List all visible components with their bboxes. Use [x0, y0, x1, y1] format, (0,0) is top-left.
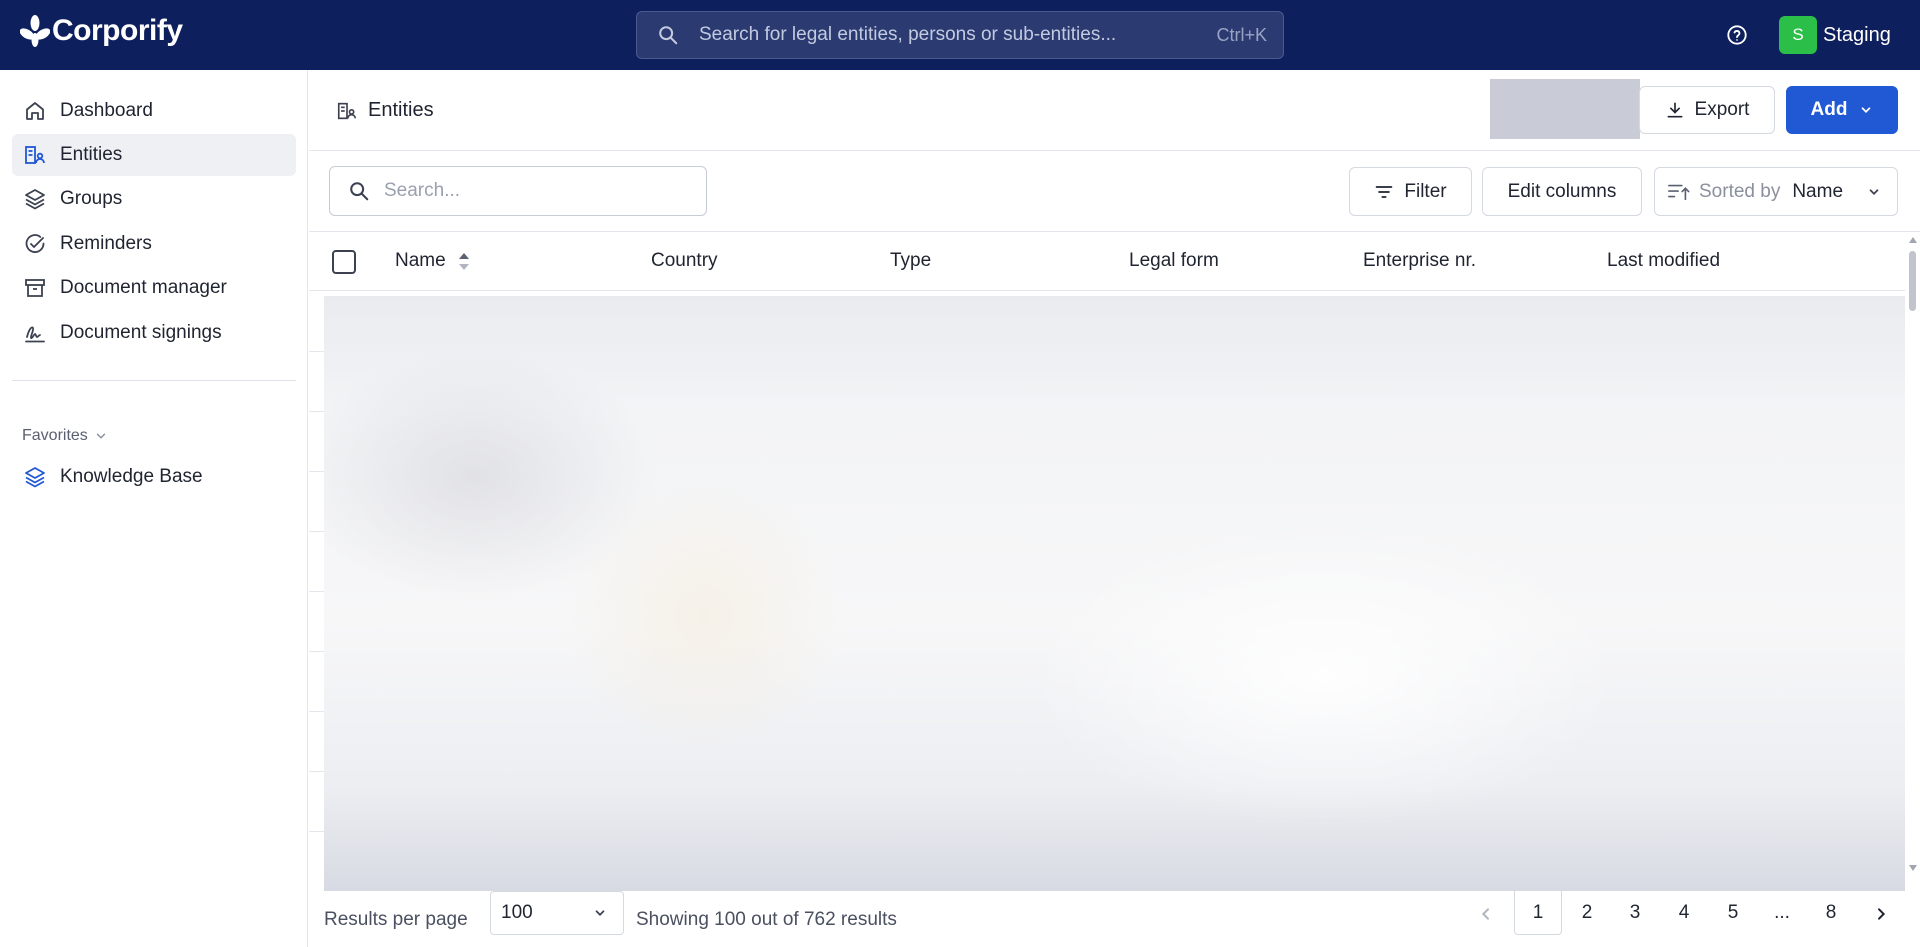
- breadcrumb: Entities: [336, 99, 434, 122]
- edit-columns-label: Edit columns: [1507, 180, 1617, 202]
- sort-value: Name: [1792, 180, 1844, 202]
- sidebar-item-entities[interactable]: Entities: [12, 134, 296, 176]
- filter-button[interactable]: Filter: [1349, 167, 1472, 216]
- sort-ascending-icon[interactable]: [457, 250, 471, 274]
- sort-icon: [1668, 184, 1690, 200]
- signature-icon: [25, 326, 45, 343]
- page-button-8[interactable]: 8: [1807, 891, 1855, 935]
- scroll-up-arrow[interactable]: [1909, 237, 1917, 243]
- search-icon: [350, 182, 369, 201]
- check-circle-icon: [25, 234, 45, 253]
- sidebar: Dashboard Entities Groups Reminders Docu…: [0, 70, 308, 947]
- next-page-icon[interactable]: [1873, 906, 1889, 922]
- sidebar-item-label: Reminders: [60, 233, 152, 254]
- page-button-2[interactable]: 2: [1563, 891, 1611, 935]
- scroll-down-arrow[interactable]: [1909, 865, 1917, 871]
- global-search-placeholder: Search for legal entities, persons or su…: [699, 24, 1117, 45]
- search-shortcut-hint: Ctrl+K: [1216, 24, 1267, 45]
- column-header-name[interactable]: Name: [395, 250, 446, 272]
- column-header-last-modified[interactable]: Last modified: [1607, 250, 1720, 272]
- sidebar-item-reminders[interactable]: Reminders: [12, 223, 296, 265]
- favorite-item-label: Knowledge Base: [60, 466, 203, 487]
- favorites-label: Favorites: [22, 427, 88, 444]
- sidebar-item-label: Entities: [60, 144, 123, 165]
- edit-columns-button[interactable]: Edit columns: [1482, 167, 1642, 216]
- sidebar-divider: [12, 380, 296, 381]
- table-body-obscured: [324, 296, 1905, 891]
- results-per-page-select[interactable]: 100: [490, 891, 624, 935]
- chevron-down-icon: [595, 910, 605, 916]
- chevron-down-icon: [1862, 107, 1871, 113]
- page-title: Entities: [368, 99, 434, 121]
- table-header: Name Country Type Legal form Enterprise …: [309, 233, 1905, 291]
- column-header-country[interactable]: Country: [651, 250, 718, 272]
- column-header-type[interactable]: Type: [890, 250, 931, 272]
- sidebar-item-dashboard[interactable]: Dashboard: [12, 90, 296, 132]
- results-per-page-value: 100: [501, 902, 533, 923]
- table-search-field[interactable]: [329, 166, 707, 216]
- sidebar-item-label: Dashboard: [60, 100, 153, 121]
- page-button-1[interactable]: 1: [1514, 891, 1562, 935]
- favorite-item-knowledge-base[interactable]: Knowledge Base: [12, 456, 296, 498]
- sidebar-item-document-manager[interactable]: Document manager: [12, 267, 296, 309]
- archive-icon: [25, 279, 45, 297]
- export-button[interactable]: Export: [1639, 86, 1775, 134]
- pagination-bar: Results per page 100 Showing 100 out of …: [309, 891, 1920, 947]
- sort-prefix: Sorted by: [1699, 180, 1781, 202]
- select-all-checkbox[interactable]: [332, 250, 356, 274]
- chevron-down-icon: [96, 433, 106, 439]
- results-count: Showing 100 out of 762 results: [636, 909, 897, 930]
- table-scrollbar[interactable]: [1905, 233, 1920, 891]
- column-header-legal-form[interactable]: Legal form: [1129, 250, 1219, 272]
- corporify-logo-icon: [20, 15, 50, 47]
- download-icon: [1667, 102, 1683, 118]
- chevron-down-icon: [1869, 188, 1879, 195]
- home-icon: [26, 102, 44, 120]
- environment-name: Staging: [1823, 23, 1891, 46]
- environment-avatar: S: [1779, 16, 1817, 54]
- sidebar-item-document-signings[interactable]: Document signings: [12, 312, 296, 354]
- page-button-3[interactable]: 3: [1611, 891, 1659, 935]
- filter-label: Filter: [1404, 180, 1447, 202]
- favorites-toggle[interactable]: Favorites: [22, 427, 108, 445]
- row-dividers: [309, 291, 324, 891]
- page-button-5[interactable]: 5: [1709, 891, 1757, 935]
- scroll-thumb[interactable]: [1909, 251, 1916, 311]
- sidebar-item-label: Document manager: [60, 277, 227, 298]
- brand-logo[interactable]: Corporify: [20, 14, 183, 48]
- loading-placeholder: [1490, 79, 1640, 139]
- sidebar-item-label: Groups: [60, 188, 123, 209]
- search-icon: [659, 26, 678, 45]
- sort-select[interactable]: Sorted by Name: [1654, 167, 1898, 216]
- entities-icon: [25, 146, 45, 164]
- table-search-input[interactable]: [384, 180, 684, 202]
- help-icon[interactable]: [1726, 24, 1748, 46]
- sidebar-item-groups[interactable]: Groups: [12, 178, 296, 220]
- filter-icon: [1376, 185, 1393, 198]
- add-label: Add: [1810, 99, 1848, 120]
- environment-switcher[interactable]: S Staging: [1779, 16, 1891, 54]
- page-ellipsis: ...: [1774, 902, 1790, 923]
- previous-page-icon[interactable]: [1478, 906, 1494, 922]
- table-toolbar: Filter Edit columns Sorted by Name: [309, 152, 1920, 232]
- entities-icon: [337, 102, 357, 119]
- page-button-4[interactable]: 4: [1660, 891, 1708, 935]
- layers-icon: [25, 467, 45, 488]
- layers-icon: [25, 189, 45, 210]
- column-header-enterprise-nr[interactable]: Enterprise nr.: [1363, 250, 1476, 272]
- export-label: Export: [1694, 99, 1750, 120]
- brand-name: Corporify: [52, 14, 183, 47]
- page-header: Entities Export Add: [309, 70, 1920, 151]
- add-button[interactable]: Add: [1786, 86, 1898, 134]
- top-bar: Corporify Search for legal entities, per…: [0, 0, 1920, 70]
- results-per-page-label: Results per page: [324, 909, 468, 930]
- sidebar-item-label: Document signings: [60, 322, 222, 343]
- global-search-bar[interactable]: Search for legal entities, persons or su…: [636, 11, 1284, 59]
